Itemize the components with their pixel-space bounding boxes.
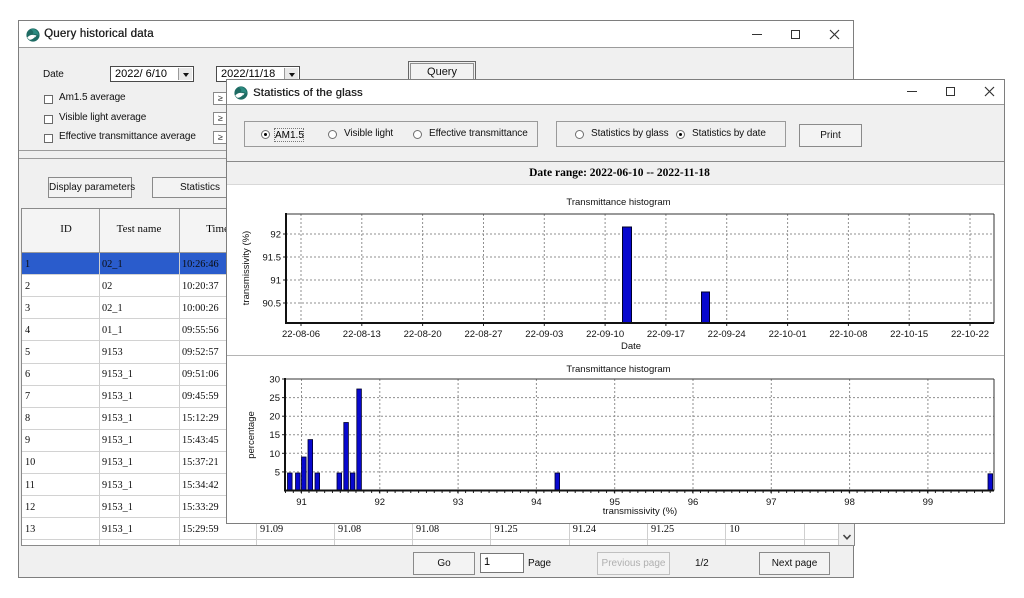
- svg-text:10: 10: [269, 449, 280, 460]
- svg-text:transmissivity (%): transmissivity (%): [603, 506, 677, 517]
- svg-text:Transmittance histogram: Transmittance histogram: [566, 364, 670, 375]
- svg-text:90.5: 90.5: [263, 299, 282, 310]
- svg-text:22-10-15: 22-10-15: [890, 329, 928, 340]
- svg-text:92: 92: [375, 497, 386, 508]
- svg-text:22-09-10: 22-09-10: [586, 329, 624, 340]
- svg-text:Date: Date: [621, 341, 641, 352]
- svg-text:22-10-08: 22-10-08: [829, 329, 867, 340]
- svg-text:5: 5: [275, 467, 280, 478]
- svg-text:96: 96: [688, 497, 699, 508]
- svg-text:Transmittance histogram: Transmittance histogram: [566, 197, 670, 208]
- svg-text:22-08-13: 22-08-13: [343, 329, 381, 340]
- svg-text:percentage: percentage: [246, 411, 257, 459]
- svg-text:99: 99: [923, 497, 934, 508]
- svg-text:22-08-27: 22-08-27: [464, 329, 502, 340]
- svg-text:22-10-22: 22-10-22: [951, 329, 989, 340]
- svg-text:22-08-20: 22-08-20: [404, 329, 442, 340]
- svg-text:30: 30: [269, 375, 280, 386]
- svg-text:22-10-01: 22-10-01: [769, 329, 807, 340]
- svg-text:transmissivity (%): transmissivity (%): [241, 231, 252, 305]
- svg-text:22-09-17: 22-09-17: [647, 329, 685, 340]
- svg-text:22-08-06: 22-08-06: [282, 329, 320, 340]
- svg-text:91: 91: [270, 276, 281, 287]
- svg-text:25: 25: [269, 393, 280, 404]
- svg-text:92: 92: [270, 230, 281, 241]
- svg-text:91: 91: [296, 497, 307, 508]
- svg-text:22-09-24: 22-09-24: [708, 329, 746, 340]
- svg-text:22-09-03: 22-09-03: [525, 329, 563, 340]
- svg-text:20: 20: [269, 412, 280, 423]
- svg-text:98: 98: [844, 497, 855, 508]
- svg-text:15: 15: [269, 430, 280, 441]
- svg-text:93: 93: [453, 497, 464, 508]
- svg-text:94: 94: [531, 497, 542, 508]
- svg-text:91.5: 91.5: [263, 253, 282, 264]
- svg-text:97: 97: [766, 497, 777, 508]
